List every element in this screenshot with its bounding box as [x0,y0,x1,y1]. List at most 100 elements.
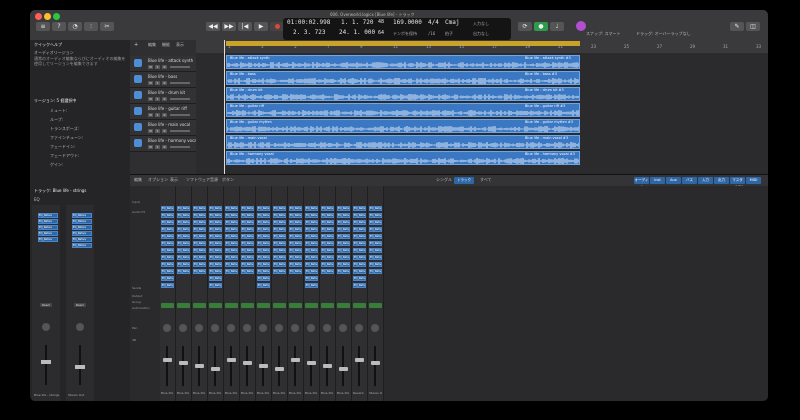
track-name[interactable]: Blue life - drum kit [148,90,185,95]
play-button[interactable]: ▶ [254,22,268,31]
mixer-filter-button[interactable]: 入力 [698,177,713,184]
plugin-slot[interactable]: EQ_Native [289,241,302,246]
plugin-slot[interactable]: EQ_Native [161,241,174,246]
plugin-slot[interactable]: EQ_Native [193,220,206,225]
plugin-slot[interactable]: EQ_Native [209,248,222,253]
inspector-slot[interactable]: EQ_Native [72,231,92,236]
plugin-slot[interactable]: EQ_Native [241,206,254,211]
plugin-slot[interactable]: EQ_Native [321,206,334,211]
plugin-slot[interactable]: EQ_Native [209,255,222,260]
track-header[interactable]: Blue life - guitar riff M S R [130,104,196,120]
solo-button[interactable]: S [155,81,160,85]
mixer-button[interactable]: ⫶ [84,22,98,31]
plugin-slot[interactable]: EQ_Native [209,234,222,239]
fader-cap[interactable] [179,361,188,365]
track-header[interactable]: Blue life - drum kit M S R [130,88,196,104]
automation-mode-button[interactable] [177,303,190,308]
plugin-slot[interactable]: EQ_Native [305,234,318,239]
functions-menu[interactable]: 機能 [162,42,170,48]
channel-strip[interactable]: EQ_Native EQ_Native EQ_Native EQ_Native EQ_N… [272,186,288,401]
inspector-slot[interactable]: EQ_Native [38,213,58,218]
plugin-slot[interactable]: EQ_Native [305,241,318,246]
plugin-slot[interactable]: EQ_Native [209,241,222,246]
plugin-slot[interactable]: EQ_Native [337,234,350,239]
plugin-slot[interactable]: EQ_Native [257,248,270,253]
pan-knob[interactable] [371,324,379,332]
track-name[interactable]: Blue life - attack synth [148,58,193,63]
plugin-slot[interactable]: EQ_Native [353,283,366,288]
plugin-slot[interactable]: EQ_Native [241,255,254,260]
inspector-pan-knob[interactable] [76,323,84,331]
record-enable-button[interactable]: R [162,145,167,149]
plugin-slot[interactable]: EQ_Native [353,227,366,232]
volume-slider[interactable] [170,98,190,100]
fader-cap[interactable] [195,364,204,368]
inspector-slot[interactable]: EQ_Native [72,243,92,248]
plugin-slot[interactable]: EQ_Native [273,227,286,232]
plugin-slot[interactable]: EQ_Native [241,213,254,218]
plugin-slot[interactable]: EQ_Native [289,255,302,260]
fader-cap[interactable] [243,361,252,365]
plugin-slot[interactable]: EQ_Native [273,241,286,246]
plugin-slot[interactable]: EQ_Native [257,269,270,274]
plugin-slot[interactable]: EQ_Native [337,248,350,253]
mixer-menu-options[interactable]: オプション [148,177,168,183]
plugin-slot[interactable]: EQ_Native [353,262,366,267]
pan-knob[interactable] [355,324,363,332]
channel-strip[interactable]: EQ_Native EQ_Native EQ_Native EQ_Native EQ_N… [208,186,224,401]
plugin-slot[interactable]: EQ_Native [273,269,286,274]
plugin-slot[interactable]: EQ_Native [353,241,366,246]
plugin-slot[interactable]: EQ_Native [209,206,222,211]
zoom-button[interactable] [53,13,60,20]
plugin-slot[interactable]: EQ_Native [225,269,238,274]
pan-knob[interactable] [227,324,235,332]
track-header[interactable]: Blue life - attack synth M S R [130,56,196,72]
plugin-slot[interactable]: EQ_Native [273,220,286,225]
channel-strip[interactable]: EQ_Native EQ_Native EQ_Native EQ_Native EQ_N… [336,186,352,401]
mixer-filter-button[interactable]: オーディオ [634,177,649,189]
mixer-filter-button[interactable]: Inst [650,177,665,184]
inspector-slot[interactable]: EQ_Native [38,225,58,230]
plugin-slot[interactable]: EQ_Native [305,283,318,288]
inspector-read-button[interactable]: Read [40,303,52,307]
plugin-slot[interactable]: EQ_Native [337,255,350,260]
plugin-slot[interactable]: EQ_Native [257,276,270,281]
channel-strip[interactable]: EQ_Native EQ_Native EQ_Native EQ_Native EQ_N… [288,186,304,401]
lcd-display[interactable]: 01:00:02.998 2. 3. 723 1. 1. 720 24. 1. … [283,18,511,40]
plugin-slot[interactable]: EQ_Native [241,220,254,225]
plugin-slot[interactable]: EQ_Native [369,255,382,260]
track-name[interactable]: Blue life - guitar riff [148,106,187,111]
automation-mode-button[interactable] [337,303,350,308]
tab-tracks[interactable]: トラック [454,177,474,184]
inspector-slot[interactable]: EQ_Native [72,213,92,218]
plugin-slot[interactable]: EQ_Native [257,220,270,225]
browser-button[interactable]: ◫ [746,22,760,31]
inspector-slot[interactable]: EQ_Native [38,237,58,242]
plugin-slot[interactable]: EQ_Native [369,220,382,225]
plugin-slot[interactable]: EQ_Native [177,248,190,253]
plugin-slot[interactable]: EQ_Native [321,269,334,274]
pan-knob[interactable] [243,324,251,332]
close-button[interactable] [35,13,42,20]
inspector-row-mute[interactable]: ミュート: [50,108,67,114]
plugin-slot[interactable]: EQ_Native [161,206,174,211]
mute-button[interactable]: M [148,81,153,85]
audio-region[interactable]: Blue life - harmony vocal Blue life - har… [226,151,580,165]
inspector-fader-cap[interactable] [75,365,85,369]
record-enable-button[interactable]: R [162,81,167,85]
plugin-slot[interactable]: EQ_Native [193,234,206,239]
drag-menu[interactable]: ドラッグ: オーバーラップなし [636,31,691,37]
pan-knob[interactable] [163,324,171,332]
fader-cap[interactable] [259,364,268,368]
mute-button[interactable]: M [148,65,153,69]
plugin-slot[interactable]: EQ_Native [305,220,318,225]
volume-fader[interactable] [374,346,376,386]
fader-cap[interactable] [227,358,236,362]
volume-fader[interactable] [214,346,216,386]
inspector-row-fadeout[interactable]: フェードアウト: [50,153,79,159]
plugin-slot[interactable]: EQ_Native [305,276,318,281]
volume-slider[interactable] [170,114,190,116]
plugin-slot[interactable]: EQ_Native [353,248,366,253]
plugin-slot[interactable]: EQ_Native [337,269,350,274]
edit-menu[interactable]: 編集 [148,42,156,48]
